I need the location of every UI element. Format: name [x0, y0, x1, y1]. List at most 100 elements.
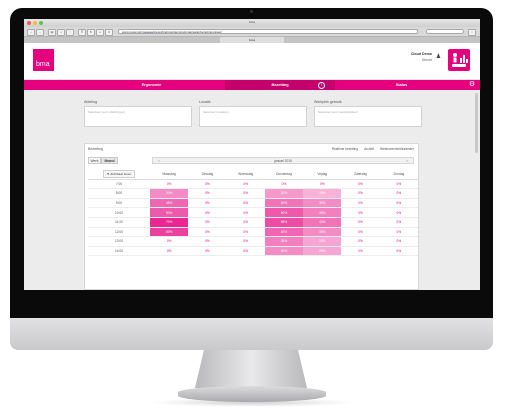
occupancy-cell[interactable]: 0% [188, 179, 227, 190]
browser-search-input[interactable]: ⌕ [426, 29, 464, 34]
column-header: Maandag [150, 170, 189, 180]
occupancy-cell[interactable]: 50% [150, 207, 189, 218]
occupancy-cell[interactable]: 35% [264, 236, 304, 247]
occupancy-cell[interactable]: 0% [379, 207, 418, 218]
sidebar-icon[interactable]: ▤ [48, 29, 56, 36]
time-cell: 12:00 [88, 227, 150, 238]
occupancy-cell[interactable]: 0% [226, 188, 265, 199]
occupancy-cell[interactable]: 45% [150, 198, 189, 209]
maximize-window-icon[interactable] [39, 21, 43, 25]
werkplek-input[interactable]: Selecteer (een) werkplek(ken) [314, 106, 422, 127]
url-bar[interactable]: www.systemsbmaaaaa/wwwn/trainingplanning… [118, 29, 418, 34]
close-window-icon[interactable] [27, 21, 31, 25]
occupancy-cell[interactable]: 30% [303, 198, 342, 209]
bookmarks-icon[interactable]: ☰ [78, 29, 86, 36]
occupancy-cell[interactable]: 35% [303, 207, 342, 218]
afdeling-input[interactable]: Selecteer (een) afdeling(en) [84, 106, 192, 127]
occupancy-cell[interactable]: 0% [379, 188, 418, 199]
week-button[interactable]: Week [88, 157, 101, 164]
occupancy-cell[interactable]: 0% [226, 217, 265, 228]
occupancy-cell[interactable]: 0% [379, 179, 418, 190]
occupancy-cell[interactable]: 70% [150, 217, 189, 228]
back-icon[interactable]: ‹ [27, 29, 35, 36]
occupancy-cell[interactable]: 0% [226, 227, 265, 238]
occupancy-cell[interactable]: 45% [264, 227, 304, 238]
info-icon[interactable]: i [318, 82, 325, 89]
home-icon[interactable]: ⌂ [57, 29, 65, 36]
occupancy-cell[interactable]: 0% [226, 179, 265, 190]
share-icon[interactable]: ↑ [66, 29, 74, 36]
reload-icon[interactable]: ↻ [87, 29, 95, 36]
occupancy-cell[interactable]: 0% [150, 179, 189, 190]
occupancy-cell[interactable]: 0% [379, 227, 418, 238]
occupancy-cell[interactable]: 0% [226, 207, 265, 218]
occupancy-cell[interactable]: 55% [264, 217, 304, 228]
locatie-input[interactable]: Selecteer locatie(s) [199, 106, 307, 127]
prev-month-button[interactable]: ‹ [155, 158, 163, 164]
bma-logo[interactable]: bma [33, 49, 54, 71]
user-icon[interactable]: ♟ [435, 54, 442, 61]
occupancy-cell[interactable]: 0% [188, 246, 227, 257]
occupancy-cell[interactable]: 0% [341, 236, 380, 247]
occupancy-cell[interactable]: 0% [341, 179, 380, 190]
occupancy-cell[interactable]: 0% [341, 227, 380, 238]
next-month-button[interactable]: › [403, 158, 411, 164]
occupancy-cell[interactable]: 40% [303, 217, 342, 228]
gear-icon[interactable]: ⚙ [468, 81, 476, 89]
scrollbar[interactable] [475, 93, 478, 153]
link-realtime[interactable]: Realtime bezetting [332, 147, 358, 151]
tab-ergonomie[interactable]: Ergonomie [104, 80, 199, 90]
column-header: Woensdag [226, 170, 265, 180]
occupancy-cell[interactable]: 15% [303, 188, 342, 199]
minimize-window-icon[interactable] [33, 21, 37, 25]
werkplek-label: Werkplek gebruik [314, 100, 342, 104]
occupancy-cell[interactable]: 0% [188, 207, 227, 218]
occupancy-cell[interactable]: 30% [150, 188, 189, 199]
occupancy-cell[interactable]: 0% [341, 207, 380, 218]
occupancy-cell[interactable]: 60% [150, 227, 189, 238]
link-weekoverzicht[interactable]: Weekoverzicht/kalender [380, 147, 414, 151]
downloads-icon[interactable]: ↓ [468, 29, 476, 36]
link-archief[interactable]: Archief [364, 147, 374, 151]
occupancy-cell[interactable]: 0% [150, 236, 189, 247]
maand-button[interactable]: Maand [101, 157, 118, 164]
occupancy-cell[interactable]: 0% [341, 217, 380, 228]
occupancy-cell[interactable]: 20% [303, 246, 342, 257]
occupancy-cell[interactable]: 0% [379, 198, 418, 209]
occupancy-cell[interactable]: 30% [303, 227, 342, 238]
occupancy-cell[interactable]: 0% [188, 236, 227, 247]
occupancy-cell[interactable]: 0% [303, 179, 342, 190]
tab-status[interactable]: Status [354, 80, 449, 90]
occupancy-cell[interactable]: 30% [264, 246, 304, 257]
occupancy-cell[interactable]: 40% [264, 198, 304, 209]
table-row: 12:00 60% 0% 0% 45% 30% 0% 0% [88, 227, 418, 238]
zichtbaar-dropdown[interactable]: ▼ Zichtbaar tonen [102, 170, 136, 179]
occupancy-cell[interactable]: 0% [226, 236, 265, 247]
occupancy-cell[interactable]: 0% [379, 217, 418, 228]
table-row: 8:00 30% 0% 0% 25% 15% 0% 0% [88, 188, 418, 199]
occupancy-cell[interactable]: 0% [341, 246, 380, 257]
occupancy-cell[interactable]: 0% [379, 246, 418, 257]
occupancy-cell[interactable]: 50% [264, 207, 304, 218]
occupancy-cell[interactable]: 0% [188, 188, 227, 199]
reader-icon[interactable]: ≡ [105, 29, 113, 36]
add-tab-icon[interactable]: + [96, 29, 104, 36]
occupancy-cell[interactable]: 0% [188, 227, 227, 238]
occupancy-cell[interactable]: 0% [264, 179, 304, 190]
filters: Afdeling Selecteer (een) afdeling(en) Lo… [84, 100, 422, 129]
occupancy-cell[interactable]: 0% [226, 198, 265, 209]
occupancy-cell[interactable]: 25% [264, 188, 304, 199]
monitor-chin [10, 318, 493, 350]
table-row: 7:00 0% 0% 0% 0% 0% 0% 0% [88, 179, 418, 190]
occupancy-cell[interactable]: 0% [188, 217, 227, 228]
occupancy-cell[interactable]: 0% [226, 246, 265, 257]
occupancy-cell[interactable]: 0% [341, 198, 380, 209]
occupancy-app-icon[interactable] [448, 49, 470, 71]
occupancy-cell[interactable]: 0% [379, 236, 418, 247]
occupancy-cell[interactable]: 0% [188, 198, 227, 209]
occupancy-cell[interactable]: 20% [303, 236, 342, 247]
occupancy-cell[interactable]: 0% [341, 188, 380, 199]
forward-icon[interactable]: › [36, 29, 44, 36]
occupancy-cell[interactable]: 0% [150, 246, 189, 257]
app: bma Cloud Demo Utrecht ♟ Ergonomie Bezet… [24, 43, 480, 290]
